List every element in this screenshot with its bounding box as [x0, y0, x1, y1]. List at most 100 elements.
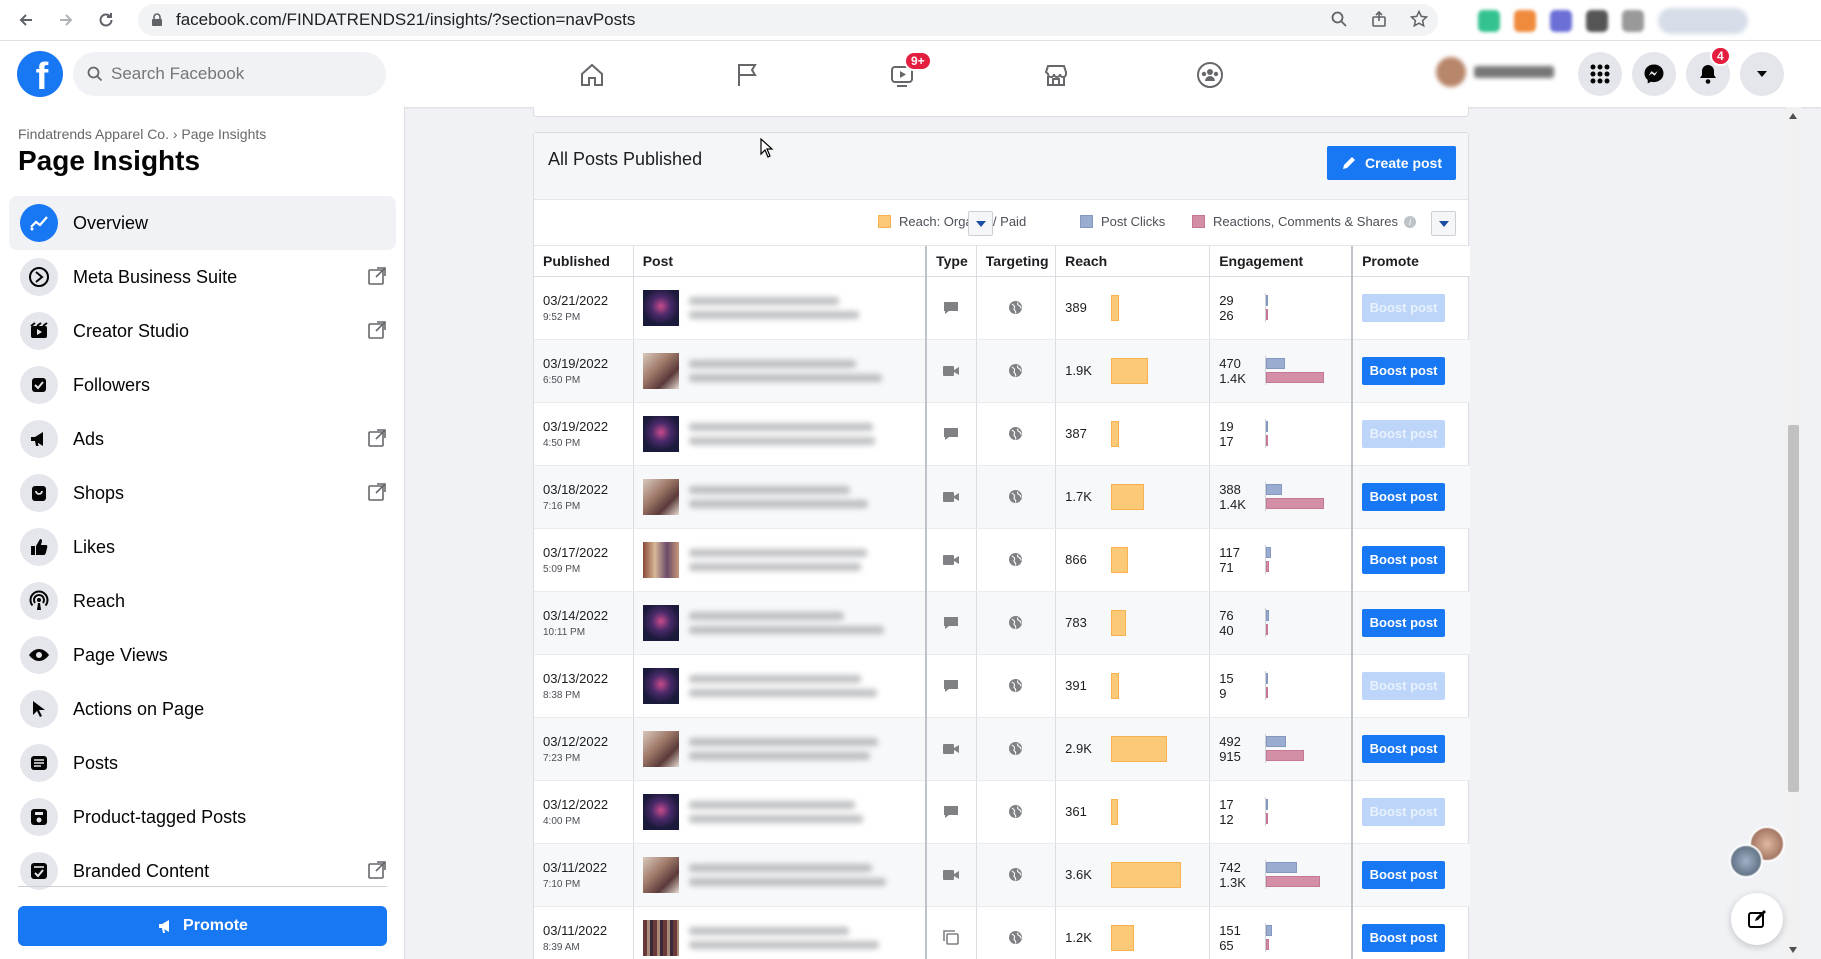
info-icon[interactable]: i — [1403, 215, 1416, 228]
post-cell[interactable] — [632, 276, 927, 340]
sidebar-item-page-views[interactable]: Page Views — [9, 628, 396, 682]
post-cell[interactable] — [632, 654, 927, 718]
sidebar-item-reach[interactable]: Reach — [9, 574, 396, 628]
account-button[interactable] — [1740, 52, 1784, 96]
external-link-icon[interactable] — [367, 320, 387, 345]
sidebar-item-shops[interactable]: Shops — [9, 466, 396, 520]
post-preview-text[interactable] — [688, 296, 859, 319]
scroll-thumb[interactable] — [1788, 425, 1799, 792]
promote-button[interactable]: Promote — [18, 906, 387, 946]
post-thumbnail[interactable] — [642, 289, 679, 326]
menu-button[interactable] — [1578, 52, 1622, 96]
post-preview-text[interactable] — [688, 422, 875, 445]
column-header-promote[interactable]: Promote — [1351, 246, 1470, 277]
post-preview-text[interactable] — [688, 548, 867, 571]
post-cell[interactable] — [632, 591, 927, 655]
sidebar-item-meta-business-suite[interactable]: Meta Business Suite — [9, 250, 396, 304]
sidebar-item-product-tagged-posts[interactable]: Product-tagged Posts — [9, 790, 396, 844]
boost-post-button[interactable]: Boost post — [1362, 356, 1446, 385]
marketplace-tab[interactable] — [1031, 53, 1081, 97]
post-thumbnail[interactable] — [642, 604, 679, 641]
zoom-icon[interactable] — [1330, 10, 1348, 28]
post-preview-text[interactable] — [688, 359, 882, 382]
post-cell[interactable] — [632, 402, 927, 466]
post-cell[interactable] — [632, 906, 927, 959]
column-header-engagement[interactable]: Engagement — [1209, 246, 1353, 277]
extension-icon[interactable] — [1622, 10, 1644, 32]
sidebar-item-likes[interactable]: Likes — [9, 520, 396, 574]
extension-icon[interactable] — [1478, 10, 1500, 32]
table-row[interactable]: 03/19/2022 4:50 PM 387 19 17 Boost post — [534, 402, 1470, 466]
back-arrow-icon[interactable] — [12, 6, 40, 34]
watch-tab[interactable]: 9+ — [877, 51, 932, 97]
post-thumbnail[interactable] — [642, 793, 679, 830]
create-post-button[interactable]: Create post — [1326, 146, 1456, 180]
chat-heads[interactable] — [1729, 826, 1785, 882]
extension-icon[interactable] — [1550, 10, 1572, 32]
reload-icon[interactable] — [92, 6, 120, 34]
post-cell[interactable] — [632, 780, 927, 844]
sidebar-item-ads[interactable]: Ads — [9, 412, 396, 466]
share-icon[interactable] — [1370, 10, 1388, 28]
boost-post-button[interactable]: Boost post — [1362, 671, 1446, 700]
pages-tab[interactable] — [722, 53, 772, 97]
post-preview-text[interactable] — [688, 926, 879, 949]
groups-tab[interactable] — [1185, 53, 1235, 97]
star-icon[interactable] — [1410, 10, 1428, 28]
post-thumbnail[interactable] — [642, 352, 679, 389]
post-preview-text[interactable] — [688, 674, 877, 697]
post-cell[interactable] — [632, 717, 927, 781]
address-bar[interactable]: facebook.com/FINDATRENDS21/insights/?sec… — [138, 4, 1438, 36]
column-header-reach[interactable]: Reach — [1055, 246, 1210, 277]
boost-post-button[interactable]: Boost post — [1362, 797, 1446, 826]
column-header-published[interactable]: Published — [534, 246, 634, 277]
extension-icon[interactable] — [1514, 10, 1536, 32]
post-cell[interactable] — [632, 339, 927, 403]
post-preview-text[interactable] — [688, 485, 868, 508]
facebook-logo[interactable]: f — [17, 51, 63, 97]
boost-post-button[interactable]: Boost post — [1362, 293, 1446, 322]
sidebar-item-actions-on-page[interactable]: Actions on Page — [9, 682, 396, 736]
table-row[interactable]: 03/12/2022 4:00 PM 361 17 12 Boost post — [534, 780, 1470, 844]
post-thumbnail[interactable] — [642, 667, 679, 704]
table-row[interactable]: 03/18/2022 7:16 PM 1.7K 388 1.4K Boost post — [534, 465, 1470, 529]
boost-post-button[interactable]: Boost post — [1362, 923, 1446, 952]
table-row[interactable]: 03/12/2022 7:23 PM 2.9K 492 915 Boost post — [534, 717, 1470, 781]
sidebar-item-branded-content[interactable]: Branded Content — [9, 844, 396, 898]
scroll-down-arrow-icon[interactable] — [1789, 947, 1797, 953]
table-row[interactable]: 03/11/2022 7:10 PM 3.6K 742 1.3K Boost post — [534, 843, 1470, 907]
table-row[interactable]: 03/14/2022 10:11 PM 783 76 40 Boost post — [534, 591, 1470, 655]
profile-chip[interactable] — [1436, 57, 1554, 87]
table-row[interactable]: 03/21/2022 9:52 PM 389 29 26 Boost post — [534, 276, 1470, 340]
boost-post-button[interactable]: Boost post — [1362, 545, 1446, 574]
search-input[interactable] — [111, 64, 361, 84]
post-preview-text[interactable] — [688, 737, 878, 760]
post-thumbnail[interactable] — [642, 730, 679, 767]
external-link-icon[interactable] — [367, 482, 387, 507]
post-thumbnail[interactable] — [642, 478, 679, 515]
post-cell[interactable] — [632, 528, 927, 592]
sidebar-item-followers[interactable]: Followers — [9, 358, 396, 412]
boost-post-button[interactable]: Boost post — [1362, 860, 1446, 889]
post-cell[interactable] — [632, 465, 927, 529]
new-message-button[interactable] — [1731, 893, 1783, 945]
column-header-post[interactable]: Post — [632, 246, 927, 277]
boost-post-button[interactable]: Boost post — [1362, 734, 1446, 763]
boost-post-button[interactable]: Boost post — [1362, 419, 1446, 448]
table-row[interactable]: 03/11/2022 8:39 AM 1.2K 151 65 Boost post — [534, 906, 1470, 959]
table-row[interactable]: 03/19/2022 6:50 PM 1.9K 470 1.4K Boost post — [534, 339, 1470, 403]
forward-arrow-icon[interactable] — [52, 6, 80, 34]
post-thumbnail[interactable] — [642, 415, 679, 452]
post-thumbnail[interactable] — [642, 919, 679, 956]
messenger-button[interactable] — [1632, 52, 1676, 96]
sidebar-item-posts[interactable]: Posts — [9, 736, 396, 790]
external-link-icon[interactable] — [367, 266, 387, 291]
sidebar-item-creator-studio[interactable]: Creator Studio — [9, 304, 396, 358]
extension-icon[interactable] — [1586, 10, 1608, 32]
post-preview-text[interactable] — [688, 800, 863, 823]
table-row[interactable]: 03/17/2022 5:09 PM 866 117 71 Boost post — [534, 528, 1470, 592]
post-preview-text[interactable] — [688, 863, 886, 886]
breadcrumb[interactable]: Findatrends Apparel Co. › Page Insights — [18, 126, 266, 142]
sidebar-item-overview[interactable]: Overview — [9, 196, 396, 250]
post-cell[interactable] — [632, 843, 927, 907]
